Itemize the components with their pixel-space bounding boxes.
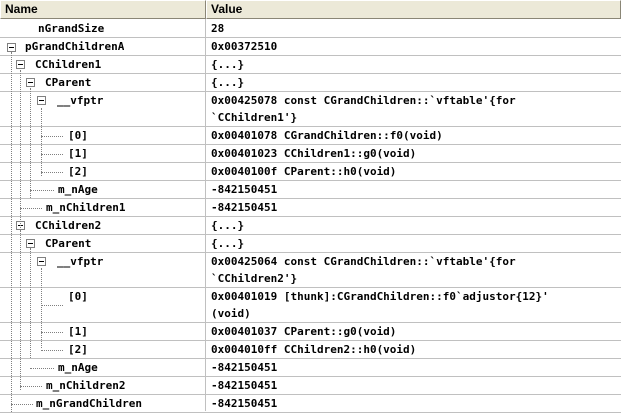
row-separator [0,234,621,235]
collapse-minus-icon[interactable] [26,239,35,248]
watch-row-name[interactable]: CChildren1 [35,56,101,73]
watch-row-name[interactable]: m_nGrandChildren [36,395,142,412]
watch-row-value[interactable]: 0x004010ff CChildren2::h0(void) [211,341,416,358]
tree-connector [41,305,63,306]
watch-row-value[interactable]: {...} [211,74,244,91]
watch-row-value[interactable]: -842150451 [211,395,277,412]
tree-connector [30,190,54,191]
watch-row-value[interactable]: 0x00401023 CChildren1::g0(void) [211,145,416,162]
row-separator [0,73,621,74]
tree-connector [41,154,63,155]
watch-row-name[interactable]: [2] [68,341,88,358]
tree-connector [30,368,54,369]
tree-connector [20,208,42,209]
watch-row-name[interactable]: pGrandChildrenA [25,38,124,55]
watch-row-name[interactable]: CChildren2 [35,217,101,234]
watch-row-value[interactable]: -842150451 [211,181,277,198]
watch-row-value-continued[interactable]: (void) [211,305,251,322]
watch-row-value[interactable]: {...} [211,217,244,234]
watch-row-name[interactable]: [1] [68,323,88,340]
watch-row-name[interactable]: __vfptr [57,92,103,109]
collapse-minus-icon[interactable] [26,78,35,87]
watch-row-name[interactable]: CParent [45,235,91,252]
watch-row-name[interactable]: [1] [68,145,88,162]
watch-row-value[interactable]: 0x00401019 [thunk]:CGrandChildren::f0`ad… [211,288,549,305]
watch-row-name[interactable]: [2] [68,163,88,180]
tree-connector [41,350,63,351]
watch-row-value[interactable]: 28 [211,20,224,37]
tree-connector [11,404,33,405]
watch-row-name[interactable]: CParent [45,74,91,91]
watch-row-value[interactable]: {...} [211,56,244,73]
watch-row-name[interactable]: nGrandSize [38,20,104,37]
watch-row-value[interactable]: -842150451 [211,377,277,394]
collapse-minus-icon[interactable] [37,257,46,266]
watch-window: Name Value nGrandSize 28 pGrandChildrenA 0x… [0,0,621,413]
watch-row-value-continued[interactable]: `CChildren1'} [211,109,297,126]
watch-row-name[interactable]: [0] [68,288,88,305]
watch-row-value[interactable]: 0x00401078 CGrandChildren::f0(void) [211,127,443,144]
tree-connector [20,230,21,390]
watch-row-value[interactable]: 0x0040100f CParent::h0(void) [211,163,396,180]
watch-row-name[interactable]: m_nAge [58,181,98,198]
collapse-minus-icon[interactable] [7,43,16,52]
tree-connector [41,332,63,333]
tree-connector [30,248,31,358]
tree-connector [41,136,63,137]
watch-row-value[interactable]: -842150451 [211,199,277,216]
collapse-minus-icon[interactable] [16,60,25,69]
watch-row-value[interactable]: 0x00425064 const CGrandChildren::`vftabl… [211,253,516,270]
watch-row-name[interactable]: __vfptr [57,253,103,270]
tree-connector [20,386,42,387]
watch-row-name[interactable]: m_nChildren2 [46,377,125,394]
watch-row-name[interactable]: [0] [68,127,88,144]
tree-connector [11,52,12,412]
watch-row-name[interactable]: m_nChildren1 [46,199,125,216]
tree-connector [30,88,31,198]
tree-connector [41,108,42,176]
collapse-minus-icon[interactable] [37,96,46,105]
watch-row-value[interactable]: 0x00425078 const CGrandChildren::`vftabl… [211,92,516,109]
watch-row-value[interactable]: 0x00372510 [211,38,277,55]
watch-row-value[interactable]: 0x00401037 CParent::g0(void) [211,323,396,340]
name-column-header[interactable]: Name [0,0,206,19]
watch-row-value[interactable]: -842150451 [211,359,277,376]
watch-row-value[interactable]: {...} [211,235,244,252]
watch-row-name[interactable]: m_nAge [58,359,98,376]
watch-row-value-continued[interactable]: `CChildren2'} [211,270,297,287]
column-divider [205,19,206,411]
tree-connector [41,172,63,173]
tree-connector [41,268,42,348]
value-column-header[interactable]: Value [206,0,621,19]
